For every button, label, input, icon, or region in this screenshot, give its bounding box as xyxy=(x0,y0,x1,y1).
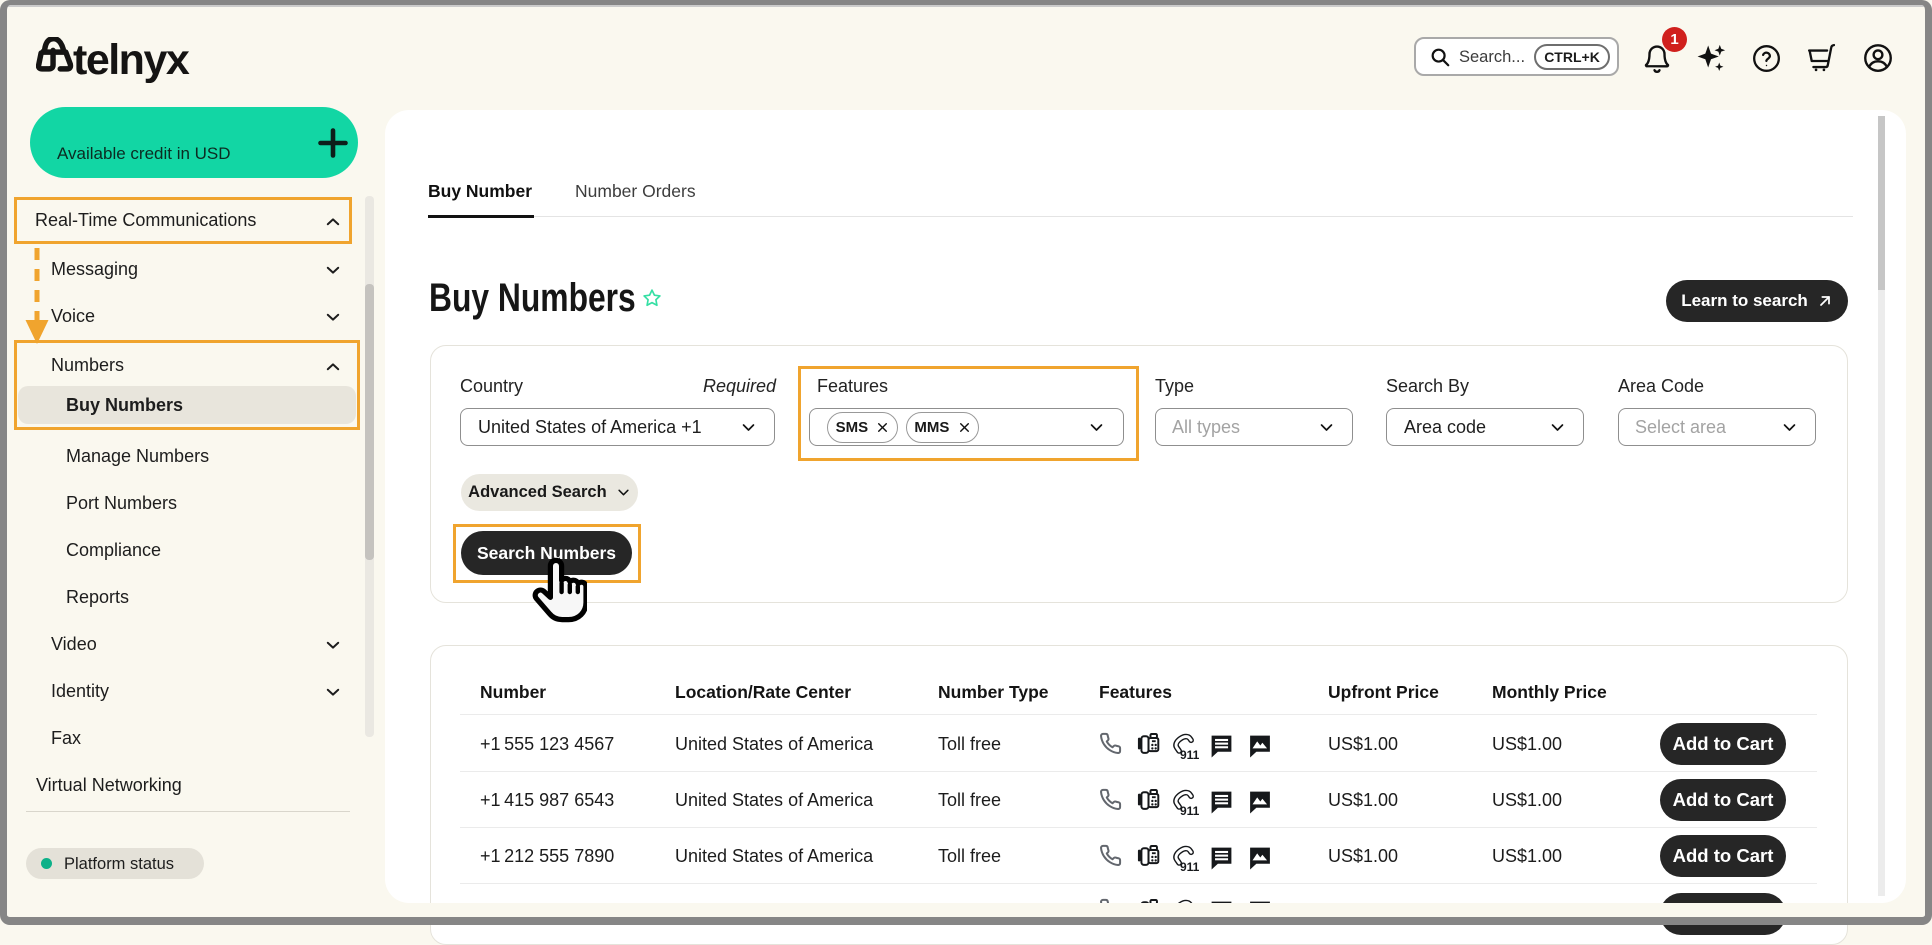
svg-text:911: 911 xyxy=(1180,860,1200,874)
svg-text:911: 911 xyxy=(1180,804,1200,818)
svg-text:911: 911 xyxy=(1180,748,1200,762)
